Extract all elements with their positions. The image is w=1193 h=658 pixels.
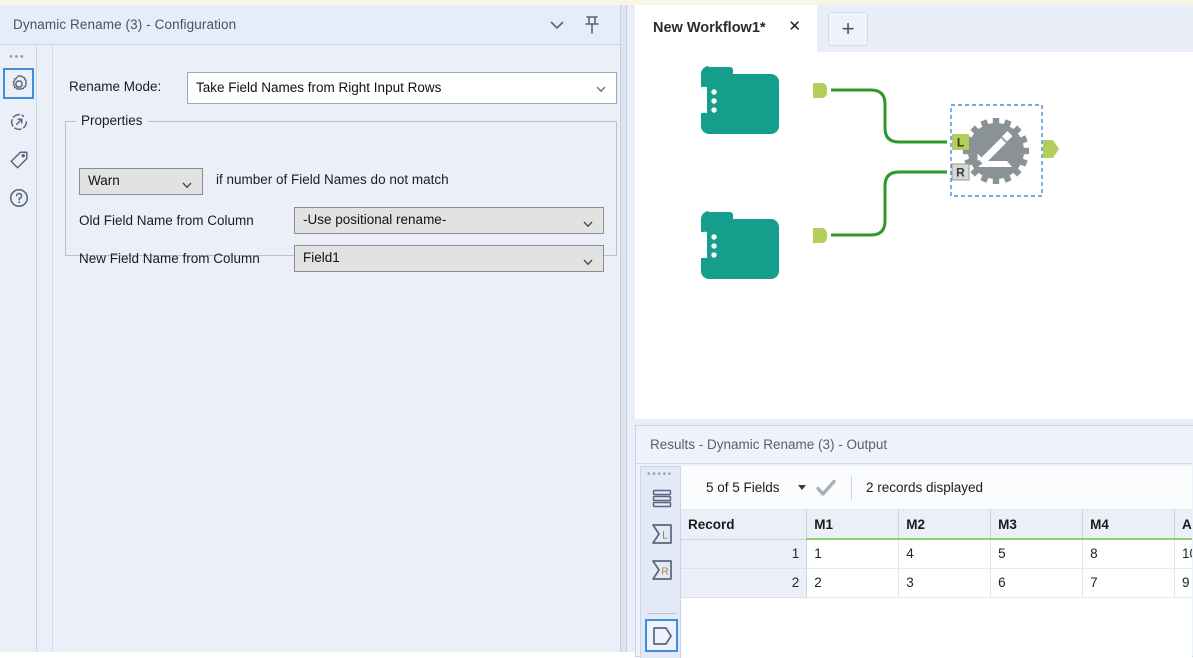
column-header-m3[interactable]: M3 [990, 510, 1084, 540]
cell-m2[interactable]: 4 [898, 539, 992, 569]
workflow-canvas[interactable]: L R [635, 52, 1193, 419]
cell-m2[interactable]: 3 [898, 568, 992, 598]
results-data-rows-button[interactable] [645, 481, 678, 514]
output-anchor [1043, 140, 1059, 158]
properties-legend: Properties [76, 113, 148, 128]
results-header: Results - Dynamic Rename (3) - Output [636, 426, 1192, 464]
mismatch-behavior-caption: if number of Field Names do not match [216, 172, 449, 187]
svg-text:L: L [957, 136, 964, 150]
cell-m1[interactable]: 2 [806, 568, 900, 598]
rail-drag-dots-icon[interactable]: ••• [9, 52, 29, 63]
mismatch-behavior-dropdown[interactable]: Warn [79, 168, 203, 195]
rail-divider [647, 613, 676, 614]
svg-text:R: R [661, 566, 668, 577]
column-header-m2[interactable]: M2 [898, 510, 992, 540]
configuration-panel-body: Rename Mode: Take Field Names from Right… [38, 46, 620, 652]
column-header-aug[interactable]: AUG [1174, 510, 1192, 540]
connection-wire-top [831, 88, 947, 144]
panel-splitter[interactable] [620, 5, 627, 652]
rename-mode-dropdown[interactable]: Take Field Names from Right Input Rows [187, 72, 617, 104]
results-input-right-button[interactable]: R [645, 553, 678, 586]
column-header-record[interactable]: Record [681, 510, 808, 540]
tab-label: New Workflow1* [653, 20, 766, 36]
configuration-panel-title: Dynamic Rename (3) - Configuration [13, 17, 237, 32]
sidebar-item-configuration[interactable] [3, 68, 34, 99]
results-icon-rail: ••••• L R [640, 466, 681, 658]
connection-wire-bottom [831, 170, 947, 237]
dynamic-rename-node: L R [950, 104, 1059, 197]
results-input-left-button[interactable]: L [645, 517, 678, 550]
cell-m4[interactable]: 8 [1082, 539, 1176, 569]
table-row: 2 2 3 6 7 9 [681, 568, 1192, 598]
results-table: Record M1 M2 M3 M4 AUG 1 1 4 5 8 [681, 510, 1192, 598]
results-output-anchor-button[interactable] [645, 619, 678, 652]
old-field-name-value: -Use positional rename- [303, 212, 447, 227]
input-anchor-right: R [951, 163, 970, 181]
cell-aug[interactable]: 10 [1174, 539, 1192, 569]
column-header-m1[interactable]: M1 [806, 510, 900, 540]
old-field-name-label: Old Field Name from Column [79, 213, 254, 228]
chevron-down-icon [581, 217, 595, 231]
dynamic-rename-gear-icon [963, 118, 1029, 184]
cell-m4[interactable]: 7 [1082, 568, 1176, 598]
cell-record[interactable]: 1 [681, 539, 808, 569]
old-field-name-dropdown[interactable]: -Use positional rename- [294, 207, 604, 234]
workflow-tab-bar: New Workflow1* ✕ + [627, 5, 1193, 52]
table-header-row: Record M1 M2 M3 M4 AUG [681, 510, 1192, 540]
fields-count-label[interactable]: 5 of 5 Fields [706, 480, 780, 495]
configuration-form: Rename Mode: Take Field Names from Right… [52, 46, 620, 652]
rename-mode-row: Rename Mode: Take Field Names from Right… [69, 72, 619, 104]
results-title: Results - Dynamic Rename (3) - Output [650, 437, 888, 452]
output-anchor [813, 228, 827, 243]
output-anchor [813, 83, 827, 98]
new-field-name-dropdown[interactable]: Field1 [294, 245, 604, 272]
cell-record[interactable]: 2 [681, 568, 808, 598]
chevron-down-icon [180, 178, 194, 192]
configuration-panel: Dynamic Rename (3) - Configuration ••• R… [0, 5, 620, 652]
table-row: 1 1 4 5 8 10 [681, 539, 1192, 569]
plus-icon: + [841, 16, 855, 41]
chevron-down-icon [594, 82, 608, 96]
cell-m3[interactable]: 6 [990, 568, 1084, 598]
input-data-node-1 [663, 66, 827, 134]
cell-aug[interactable]: 9 [1174, 568, 1192, 598]
toolbar-separator [851, 476, 852, 500]
checkmark-icon[interactable] [815, 478, 837, 498]
workflow-pane: New Workflow1* ✕ + L R Results - Dynamic… [627, 5, 1193, 658]
rename-mode-label: Rename Mode: [69, 79, 162, 94]
tab-new-workflow1[interactable]: New Workflow1* ✕ [635, 5, 817, 52]
new-field-name-label: New Field Name from Column [79, 251, 260, 266]
rail-drag-dots-icon[interactable]: ••••• [647, 470, 673, 480]
results-toolbar: 5 of 5 Fields 2 records displayed [681, 466, 1192, 510]
chevron-down-icon[interactable] [798, 485, 806, 490]
configuration-icon-rail: ••• [0, 46, 37, 652]
svg-text:R: R [956, 166, 965, 180]
sidebar-item-help[interactable] [3, 182, 34, 213]
records-displayed-label: 2 records displayed [866, 480, 984, 495]
cell-m3[interactable]: 5 [990, 539, 1084, 569]
chevron-down-icon[interactable] [546, 15, 568, 35]
rename-mode-value: Take Field Names from Right Input Rows [196, 80, 442, 95]
column-header-m4[interactable]: M4 [1082, 510, 1176, 540]
results-window: Results - Dynamic Rename (3) - Output ••… [635, 425, 1193, 658]
svg-text:L: L [662, 530, 668, 541]
sidebar-item-runtime[interactable] [3, 106, 34, 137]
configuration-panel-header: Dynamic Rename (3) - Configuration [0, 5, 620, 45]
pushpin-icon[interactable] [580, 13, 604, 37]
properties-group: Properties Warn if number of Field Names… [65, 113, 617, 272]
mismatch-behavior-value: Warn [88, 173, 120, 188]
chevron-down-icon [581, 255, 595, 269]
input-data-node-2 [663, 211, 827, 279]
sidebar-item-annotation[interactable] [3, 144, 34, 175]
results-grid[interactable]: Record M1 M2 M3 M4 AUG 1 1 4 5 8 [681, 510, 1192, 658]
cell-m1[interactable]: 1 [806, 539, 900, 569]
close-icon[interactable]: ✕ [788, 19, 801, 35]
new-field-name-value: Field1 [303, 250, 340, 265]
add-tab-button[interactable]: + [828, 12, 868, 46]
input-anchor-left: L [952, 134, 969, 150]
